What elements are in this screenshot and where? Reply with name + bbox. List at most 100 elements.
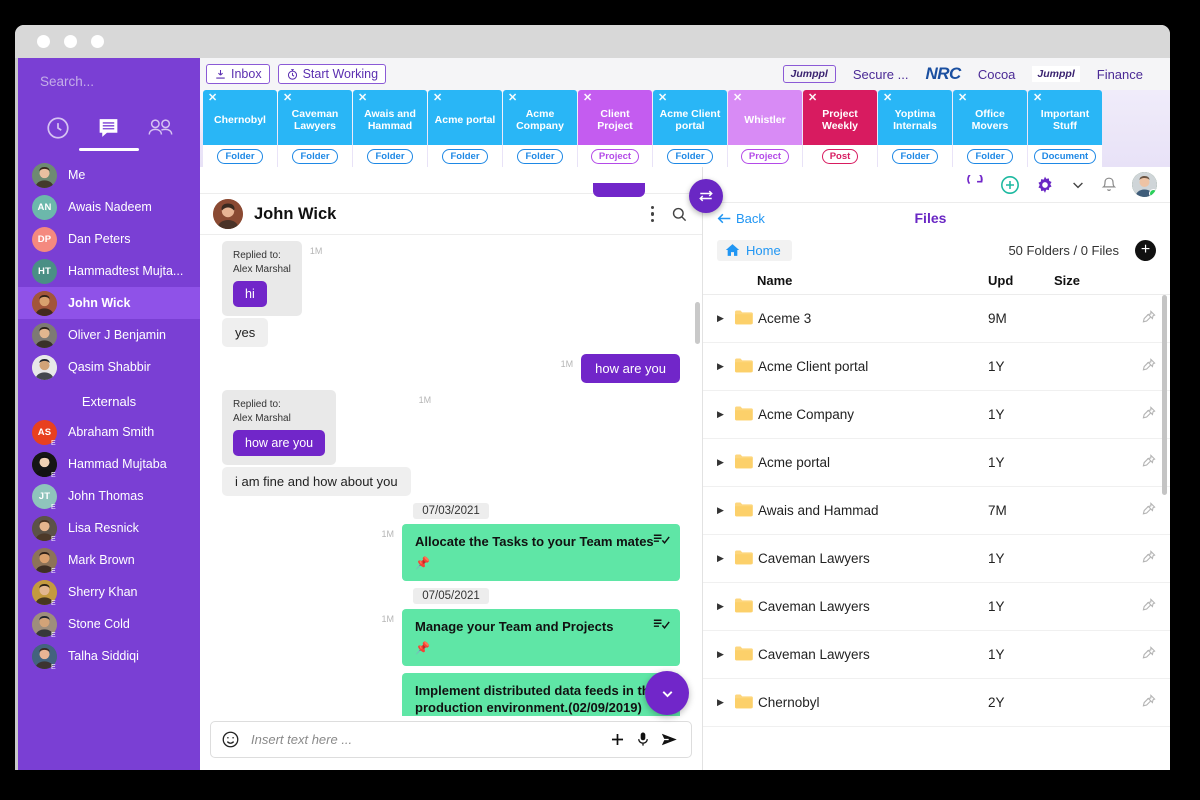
document-tab[interactable]: ✕ Acme Company Folder [503,90,577,167]
close-icon[interactable]: ✕ [358,93,367,104]
attach-plus-icon[interactable] [609,731,626,748]
document-tab[interactable]: ✕ Client Project Project [578,90,652,167]
close-icon[interactable]: ✕ [733,93,742,104]
message-bubble-group[interactable]: Replied to: Alex Marshal how are you i am f… [222,390,411,496]
brand-link-cocoa[interactable]: Cocoa [978,67,1016,82]
brand-link-secure[interactable]: Secure ... [853,67,909,82]
task-message-card[interactable]: Manage your Team and Projects 📌 [402,609,680,666]
pin-icon[interactable]: 📌 [415,640,668,657]
add-circle-icon[interactable] [1000,175,1020,195]
document-tab[interactable]: ✕ Yoptima Internals Folder [878,90,952,167]
expand-caret-icon[interactable]: ▶ [717,601,734,612]
pin-icon[interactable] [1142,646,1156,660]
file-pin-button[interactable] [1122,406,1156,423]
pin-icon[interactable] [1142,550,1156,564]
contact-list-item[interactable]: Talha Siddiqi E [18,640,200,672]
document-tab[interactable]: ✕ Caveman Lawyers Folder [278,90,352,167]
file-pin-button[interactable] [1122,598,1156,615]
contact-list-item[interactable]: Stone Cold E [18,608,200,640]
close-icon[interactable]: ✕ [508,93,517,104]
task-message-card[interactable]: Implement distributed data feeds in the … [402,673,680,716]
sidebar-item-chat[interactable] [78,109,139,151]
file-pin-button[interactable] [1122,358,1156,375]
window-close-button[interactable] [37,35,50,48]
document-tab[interactable]: ✕ Whistler Project [728,90,802,167]
contact-list-item[interactable]: John Wick [18,287,200,319]
contact-list-item[interactable]: DP Dan Peters [18,223,200,255]
file-table-row[interactable]: ▶ Acme portal 1Y [703,439,1170,487]
expand-caret-icon[interactable]: ▶ [717,505,734,516]
contact-list-item[interactable]: AN Awais Nadeem [18,191,200,223]
contact-list-item[interactable]: Sherry Khan E [18,576,200,608]
document-tab[interactable]: ✕ Acme portal Folder [428,90,502,167]
files-scrollbar[interactable] [1162,295,1167,495]
close-icon[interactable]: ✕ [883,93,892,104]
file-table-row[interactable]: ▶ Caveman Lawyers 1Y [703,583,1170,631]
file-table-row[interactable]: ▶ Aceme 3 9M [703,295,1170,343]
add-file-button[interactable]: + [1135,239,1156,261]
pin-icon[interactable] [1142,502,1156,516]
pin-icon[interactable] [1142,454,1156,468]
pin-icon[interactable] [1142,406,1156,420]
contact-list-item[interactable]: Lisa Resnick E [18,512,200,544]
chat-more-options-icon[interactable] [648,203,657,225]
pin-icon[interactable] [1142,358,1156,372]
window-minimize-button[interactable] [64,35,77,48]
expand-caret-icon[interactable]: ▶ [717,457,734,468]
contact-list-item[interactable]: Me [18,159,200,191]
start-working-button[interactable]: Start Working [277,64,387,84]
sidebar-item-timer[interactable] [35,109,81,147]
contact-list-item[interactable]: Mark Brown E [18,544,200,576]
inbox-button[interactable]: Inbox [206,64,270,84]
close-icon[interactable]: ✕ [283,93,292,104]
close-icon[interactable]: ✕ [808,93,817,104]
brand-logo-jumppl-alt[interactable]: Jumppl [1032,66,1080,82]
expand-caret-icon[interactable]: ▶ [717,649,734,660]
file-pin-button[interactable] [1122,694,1156,711]
contact-list-item[interactable]: Qasim Shabbir [18,351,200,383]
pin-icon[interactable] [1142,598,1156,612]
document-tab[interactable]: ✕ Project Weekly Post [803,90,877,167]
task-checklist-icon[interactable] [653,618,670,635]
chat-scrollbar[interactable] [695,302,700,344]
pin-icon[interactable] [1142,310,1156,324]
refresh-icon[interactable] [966,175,985,194]
user-avatar[interactable] [1132,172,1157,197]
close-icon[interactable]: ✕ [1033,93,1042,104]
expand-caret-icon[interactable]: ▶ [717,313,734,324]
file-table-row[interactable]: ▶ Caveman Lawyers 1Y [703,631,1170,679]
send-icon[interactable] [660,731,679,748]
expand-caret-icon[interactable]: ▶ [717,409,734,420]
file-pin-button[interactable] [1122,310,1156,327]
panel-swap-button[interactable] [689,179,723,213]
file-table-row[interactable]: ▶ Caveman Lawyers 1Y [703,535,1170,583]
brand-logo-jumppl[interactable]: Jumppl [782,65,836,83]
brand-logo-nrc[interactable]: NRC [925,64,961,84]
contact-list-item[interactable]: HT Hammadtest Mujta... [18,255,200,287]
message-bubble-group[interactable]: Replied to: Alex Marshal hi yes [222,241,302,347]
close-icon[interactable]: ✕ [583,93,592,104]
expand-caret-icon[interactable]: ▶ [717,697,734,708]
window-maximize-button[interactable] [91,35,104,48]
pin-icon[interactable]: 📌 [415,555,668,572]
close-icon[interactable]: ✕ [658,93,667,104]
file-table-row[interactable]: ▶ Acme Client portal 1Y [703,343,1170,391]
file-table-row[interactable]: ▶ Acme Company 1Y [703,391,1170,439]
document-tab[interactable]: ✕ Chernobyl Folder [203,90,277,167]
document-tab[interactable]: ✕ Office Movers Folder [953,90,1027,167]
contact-list-item[interactable]: Hammad Mujtaba E [18,448,200,480]
task-message-card[interactable]: Allocate the Tasks to your Team mates 📌 [402,524,680,581]
bell-icon[interactable] [1101,176,1117,194]
pin-icon[interactable] [1142,694,1156,708]
file-table-row[interactable]: ▶ Chernobyl 2Y [703,679,1170,727]
close-icon[interactable]: ✕ [208,93,217,104]
breadcrumb-home[interactable]: Home [717,239,792,261]
close-icon[interactable]: ✕ [433,93,442,104]
brand-link-finance[interactable]: Finance [1097,67,1143,82]
chevron-down-icon[interactable] [1070,177,1086,193]
file-pin-button[interactable] [1122,454,1156,471]
gear-icon[interactable] [1035,175,1055,195]
emoji-icon[interactable] [221,730,240,749]
back-button[interactable]: Back [717,211,765,226]
expand-caret-icon[interactable]: ▶ [717,361,734,372]
